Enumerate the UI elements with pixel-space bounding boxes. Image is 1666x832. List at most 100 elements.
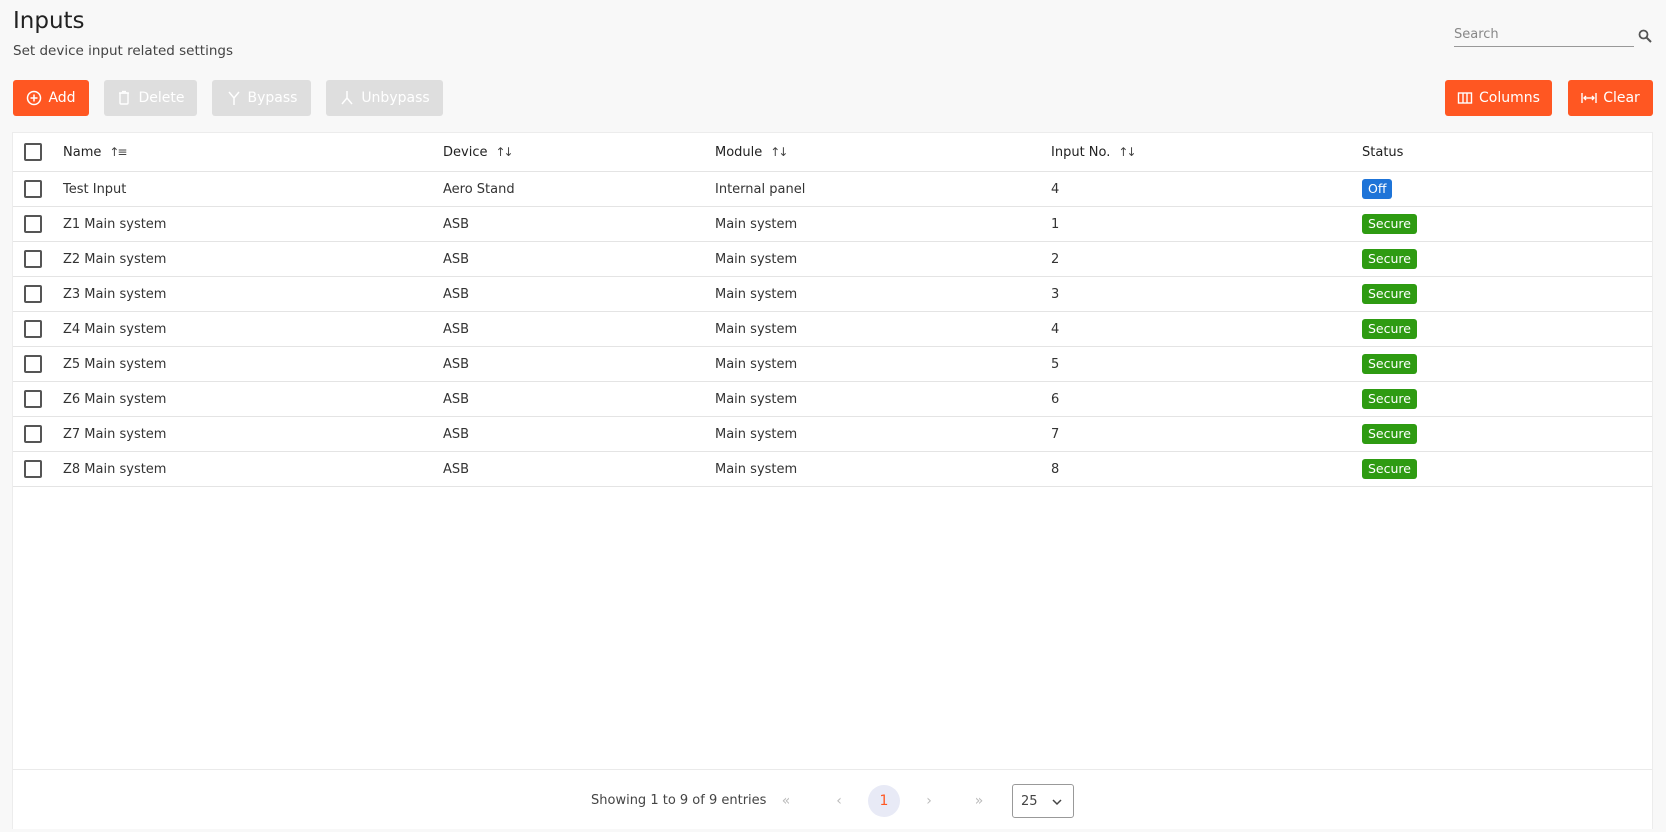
cell-module: Main system (715, 216, 798, 232)
status-badge: Secure (1362, 424, 1417, 444)
cell-input-no: 4 (1051, 321, 1060, 337)
cell-status: Secure (1362, 452, 1417, 486)
prev-page-button[interactable]: ‹ (823, 785, 855, 817)
first-page-button[interactable]: « (770, 785, 802, 817)
cell-device: Aero Stand (443, 181, 515, 197)
row-checkbox[interactable] (24, 355, 42, 373)
arrows-horizontal-icon (1581, 90, 1597, 106)
row-checkbox[interactable] (24, 460, 42, 478)
inputs-table: Name ↑≡ Device ↑↓ Module ↑↓ Input No. ↑↓… (12, 132, 1653, 829)
clear-button[interactable]: Clear (1568, 80, 1653, 116)
page-size-select[interactable]: 25 (1012, 784, 1074, 818)
cell-status: Secure (1362, 417, 1417, 451)
status-badge: Secure (1362, 319, 1417, 339)
delete-button-label: Delete (138, 90, 185, 106)
add-button-label: Add (48, 90, 76, 106)
cell-input-no: 1 (1051, 216, 1060, 232)
merge-icon (339, 90, 355, 106)
cell-status: Secure (1362, 382, 1417, 416)
cell-module: Main system (715, 391, 798, 407)
sort-asc-icon: ↑≡ (109, 145, 127, 159)
cell-module: Main system (715, 426, 798, 442)
table-row[interactable]: Z5 Main system ASB Main system 5 Secure (13, 347, 1652, 382)
row-checkbox[interactable] (24, 250, 42, 268)
row-checkbox[interactable] (24, 425, 42, 443)
cell-status: Secure (1362, 312, 1417, 346)
row-checkbox[interactable] (24, 390, 42, 408)
delete-button[interactable]: Delete (104, 80, 197, 116)
cell-module: Main system (715, 321, 798, 337)
cell-input-no: 6 (1051, 391, 1060, 407)
cell-name: Z7 Main system (63, 426, 167, 442)
table-row[interactable]: Z3 Main system ASB Main system 3 Secure (13, 277, 1652, 312)
bypass-button[interactable]: Bypass (212, 80, 311, 116)
column-header-module[interactable]: Module ↑↓ (715, 133, 788, 171)
status-badge: Secure (1362, 284, 1417, 304)
cell-device: ASB (443, 216, 470, 232)
cell-name: Z2 Main system (63, 251, 167, 267)
sort-icon: ↑↓ (1118, 145, 1136, 159)
cell-status: Secure (1362, 277, 1417, 311)
table-row[interactable]: Z7 Main system ASB Main system 7 Secure (13, 417, 1652, 452)
sort-icon: ↑↓ (495, 145, 513, 159)
status-badge: Secure (1362, 249, 1417, 269)
cell-module: Main system (715, 286, 798, 302)
page-title: Inputs (13, 8, 85, 34)
next-page-button[interactable]: › (913, 785, 945, 817)
cell-device: ASB (443, 321, 470, 337)
status-badge: Secure (1362, 214, 1417, 234)
cell-device: ASB (443, 356, 470, 372)
trash-icon (117, 90, 133, 106)
pagination-bar: Showing 1 to 9 of 9 entries « ‹ 1 › » 25 (13, 769, 1652, 829)
cell-device: ASB (443, 251, 470, 267)
cell-status: Secure (1362, 242, 1417, 276)
cell-status: Secure (1362, 207, 1417, 241)
search-icon[interactable] (1638, 28, 1654, 44)
cell-name: Z8 Main system (63, 461, 167, 477)
column-header-status: Status (1362, 144, 1404, 160)
table-row[interactable]: Z8 Main system ASB Main system 8 Secure (13, 452, 1652, 487)
table-row[interactable]: Z2 Main system ASB Main system 2 Secure (13, 242, 1652, 277)
entries-info: Showing 1 to 9 of 9 entries (591, 792, 767, 808)
columns-icon (1457, 90, 1473, 106)
cell-input-no: 2 (1051, 251, 1060, 267)
status-badge: Off (1362, 179, 1393, 199)
column-header-input-no[interactable]: Input No. ↑↓ (1051, 133, 1137, 171)
chevron-down-icon (1051, 796, 1063, 808)
last-page-button[interactable]: » (963, 785, 995, 817)
table-row[interactable]: Test Input Aero Stand Internal panel 4 Off (13, 172, 1652, 207)
cell-device: ASB (443, 426, 470, 442)
cell-module: Internal panel (715, 181, 806, 197)
sort-icon: ↑↓ (770, 145, 788, 159)
row-checkbox[interactable] (24, 215, 42, 233)
table-row[interactable]: Z1 Main system ASB Main system 1 Secure (13, 207, 1652, 242)
columns-button-label: Columns (1479, 90, 1540, 106)
page-size-value: 25 (1021, 793, 1038, 809)
unbypass-button-label: Unbypass (361, 90, 430, 106)
status-badge: Secure (1362, 389, 1417, 409)
cell-input-no: 8 (1051, 461, 1060, 477)
add-button[interactable]: Add (13, 80, 89, 116)
bypass-button-label: Bypass (247, 90, 298, 106)
column-header-device[interactable]: Device ↑↓ (443, 133, 514, 171)
cell-module: Main system (715, 461, 798, 477)
search-input[interactable] (1454, 23, 1634, 47)
table-row[interactable]: Z6 Main system ASB Main system 6 Secure (13, 382, 1652, 417)
column-header-name[interactable]: Name ↑≡ (63, 133, 127, 171)
row-checkbox[interactable] (24, 320, 42, 338)
cell-device: ASB (443, 461, 470, 477)
select-all-checkbox[interactable] (24, 143, 42, 161)
row-checkbox[interactable] (24, 285, 42, 303)
cell-name: Z4 Main system (63, 321, 167, 337)
cell-name: Z3 Main system (63, 286, 167, 302)
status-badge: Secure (1362, 354, 1417, 374)
columns-button[interactable]: Columns (1445, 80, 1552, 116)
cell-module: Main system (715, 356, 798, 372)
cell-module: Main system (715, 251, 798, 267)
page-button-current[interactable]: 1 (868, 785, 900, 817)
cell-status: Off (1362, 172, 1393, 206)
row-checkbox[interactable] (24, 180, 42, 198)
table-row[interactable]: Z4 Main system ASB Main system 4 Secure (13, 312, 1652, 347)
unbypass-button[interactable]: Unbypass (326, 80, 443, 116)
status-badge: Secure (1362, 459, 1417, 479)
